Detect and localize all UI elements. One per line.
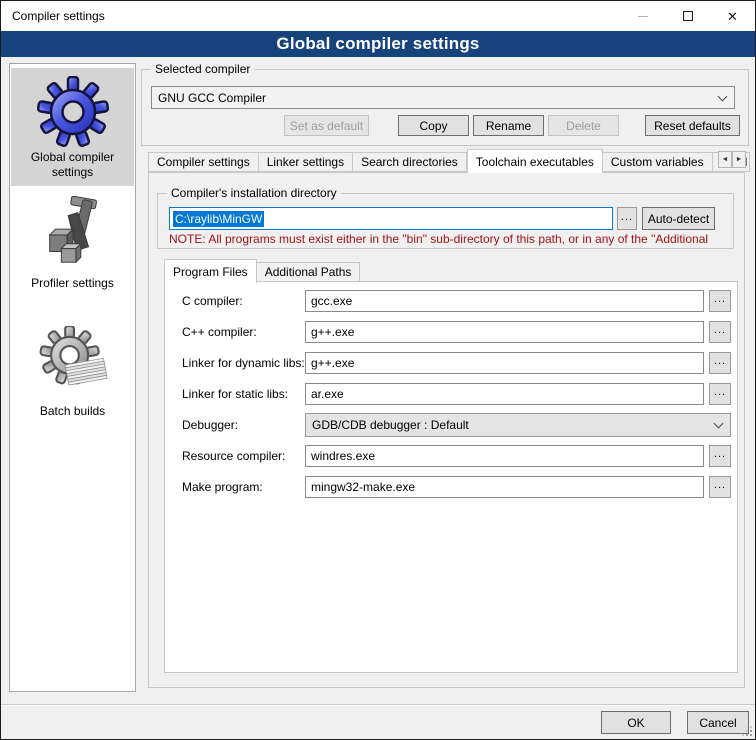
rename-button[interactable]: Rename bbox=[473, 115, 544, 136]
maximize-button[interactable] bbox=[665, 1, 710, 31]
cancel-button[interactable]: Cancel bbox=[687, 711, 749, 734]
ok-button[interactable]: OK bbox=[601, 711, 671, 734]
selected-compiler-group-label: Selected compiler bbox=[151, 62, 254, 76]
tab-search-directories[interactable]: Search directories bbox=[353, 152, 467, 172]
compiler-select[interactable]: GNU GCC Compiler bbox=[151, 86, 735, 109]
tab-linker-settings[interactable]: Linker settings bbox=[259, 152, 353, 172]
install-dir-value: C:\raylib\MinGW bbox=[173, 211, 264, 227]
title-bar[interactable]: Compiler settings ✕ bbox=[1, 1, 755, 31]
tab-scroll-left-button[interactable]: ◄ bbox=[718, 151, 732, 168]
window-title: Compiler settings bbox=[12, 9, 105, 23]
auto-detect-button[interactable]: Auto-detect bbox=[642, 207, 715, 230]
linker-dynamic-browse-button[interactable]: ... bbox=[709, 352, 731, 374]
page-title: Global compiler settings bbox=[276, 34, 479, 54]
cpp-compiler-input[interactable] bbox=[305, 321, 704, 343]
settings-category-list: Global compiler settings bbox=[9, 63, 136, 692]
linker-dynamic-label: Linker for dynamic libs: bbox=[182, 356, 305, 370]
make-program-label: Make program: bbox=[182, 480, 263, 494]
make-program-browse-button[interactable]: ... bbox=[709, 476, 731, 498]
paths-tab-bar: Program Files Additional Paths bbox=[164, 259, 360, 282]
sidebar-item-batch-builds[interactable]: Batch builds bbox=[11, 320, 134, 425]
reset-defaults-button[interactable]: Reset defaults bbox=[645, 115, 740, 136]
c-compiler-input[interactable] bbox=[305, 290, 704, 312]
debugger-select[interactable]: GDB/CDB debugger : Default bbox=[305, 413, 731, 437]
install-dir-group-label: Compiler's installation directory bbox=[167, 186, 341, 200]
sidebar-item-label: Global compiler settings bbox=[11, 148, 134, 186]
linker-static-input[interactable] bbox=[305, 383, 704, 405]
blue-gear-icon bbox=[37, 76, 109, 148]
arrow-right-icon: ► bbox=[736, 156, 743, 163]
footer-divider-highlight bbox=[1, 705, 755, 706]
tab-additional-paths[interactable]: Additional Paths bbox=[257, 262, 361, 282]
delete-button[interactable]: Delete bbox=[548, 115, 619, 136]
cpp-compiler-browse-button[interactable]: ... bbox=[709, 321, 731, 343]
resource-compiler-browse-button[interactable]: ... bbox=[709, 445, 731, 467]
maximize-icon bbox=[683, 11, 693, 21]
gray-gear-stack-icon bbox=[38, 326, 108, 402]
close-icon: ✕ bbox=[727, 10, 738, 23]
tab-program-files[interactable]: Program Files bbox=[164, 259, 257, 283]
resource-compiler-label: Resource compiler: bbox=[182, 449, 285, 463]
minimize-button[interactable] bbox=[620, 1, 665, 31]
linker-dynamic-input[interactable] bbox=[305, 352, 704, 374]
linker-static-browse-button[interactable]: ... bbox=[709, 383, 731, 405]
cpp-compiler-label: C++ compiler: bbox=[182, 325, 257, 339]
chevron-down-icon bbox=[714, 419, 724, 429]
caliper-icon bbox=[38, 196, 108, 274]
compiler-select-value: GNU GCC Compiler bbox=[158, 91, 719, 105]
arrow-left-icon: ◄ bbox=[722, 156, 729, 163]
sidebar-item-profiler-settings[interactable]: Profiler settings bbox=[11, 190, 134, 297]
set-as-default-button[interactable]: Set as default bbox=[284, 115, 369, 136]
debugger-select-value: GDB/CDB debugger : Default bbox=[312, 418, 715, 432]
compiler-settings-window: Compiler settings ✕ Global compiler sett… bbox=[0, 0, 756, 740]
linker-static-label: Linker for static libs: bbox=[182, 387, 288, 401]
tab-scroll-right-button[interactable]: ► bbox=[732, 151, 746, 168]
sidebar-item-label: Batch builds bbox=[11, 402, 134, 425]
sidebar-item-global-compiler-settings[interactable]: Global compiler settings bbox=[11, 68, 134, 186]
tab-toolchain-executables[interactable]: Toolchain executables bbox=[467, 149, 603, 173]
install-dir-note: NOTE: All programs must exist either in … bbox=[169, 232, 733, 246]
tab-custom-variables[interactable]: Custom variables bbox=[603, 152, 713, 172]
install-dir-browse-button[interactable]: ... bbox=[617, 207, 637, 230]
chevron-down-icon bbox=[718, 91, 728, 101]
c-compiler-browse-button[interactable]: ... bbox=[709, 290, 731, 312]
resize-grip[interactable] bbox=[742, 726, 752, 736]
dialog-header: Global compiler settings bbox=[1, 31, 755, 57]
copy-button[interactable]: Copy bbox=[398, 115, 469, 136]
tab-compiler-settings[interactable]: Compiler settings bbox=[148, 152, 259, 172]
minimize-icon bbox=[638, 16, 648, 17]
install-dir-input[interactable]: C:\raylib\MinGW bbox=[169, 207, 613, 230]
compiler-tab-bar: Compiler settings Linker settings Search… bbox=[148, 149, 750, 172]
c-compiler-label: C compiler: bbox=[182, 294, 243, 308]
make-program-input[interactable] bbox=[305, 476, 704, 498]
close-button[interactable]: ✕ bbox=[710, 1, 755, 31]
debugger-label: Debugger: bbox=[182, 418, 238, 432]
resource-compiler-input[interactable] bbox=[305, 445, 704, 467]
sidebar-item-label: Profiler settings bbox=[11, 274, 134, 297]
